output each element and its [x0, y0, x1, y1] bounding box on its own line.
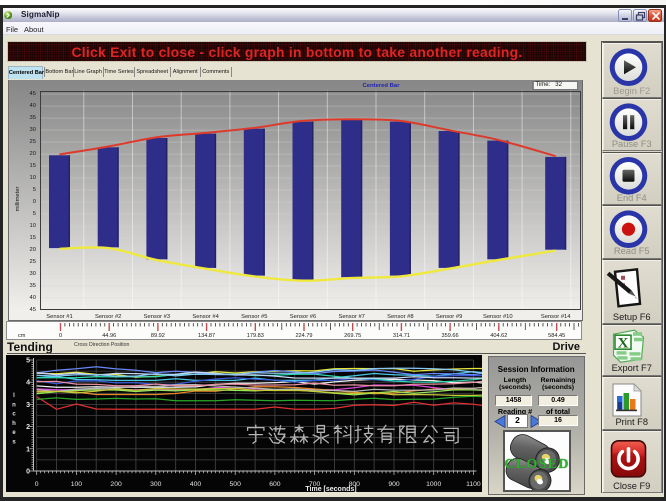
svg-text:X: X	[618, 336, 629, 352]
